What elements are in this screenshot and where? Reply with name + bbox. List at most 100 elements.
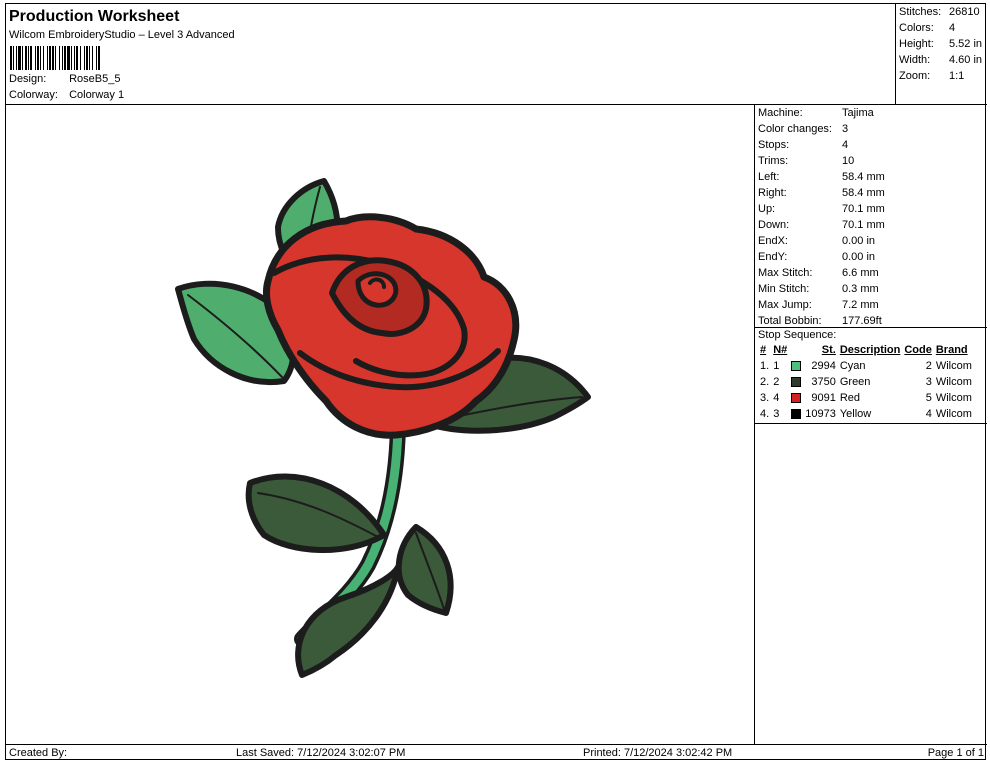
detail-label: Down: bbox=[758, 219, 790, 231]
detail-down: Down: 70.1 mm bbox=[758, 219, 885, 231]
detail-machine: Machine: Tajima bbox=[758, 107, 874, 119]
summary-stitches: Stitches: 26810 bbox=[899, 6, 980, 18]
divider bbox=[755, 423, 987, 424]
thread-brand: Wilcom bbox=[935, 376, 972, 388]
detail-label: Left: bbox=[758, 171, 780, 183]
worksheet-footer: Created By: Last Saved: 7/12/2024 3:02:0… bbox=[6, 744, 987, 761]
lower-right-leaf bbox=[395, 524, 454, 616]
col-stop: # bbox=[760, 344, 767, 356]
detail-value: 10 bbox=[842, 155, 855, 167]
detail-trims: Trims: 10 bbox=[758, 155, 854, 167]
table-row: 3. 4 9091 Red 5 Wilcom bbox=[758, 390, 974, 406]
stop-sequence-table: # N# St. Description Code Brand 1. 1 2994 C… bbox=[758, 342, 974, 422]
colorway-value: Colorway 1 bbox=[69, 89, 125, 101]
col-brand: Brand bbox=[935, 344, 968, 356]
detail-label: Color changes: bbox=[758, 123, 832, 135]
summary-value: 5.52 in bbox=[949, 38, 983, 50]
divider bbox=[755, 327, 987, 328]
detail-value: 7.2 mm bbox=[842, 299, 879, 311]
color-code: 5 bbox=[925, 392, 932, 404]
summary-height: Height: 5.52 in bbox=[899, 38, 982, 50]
detail-value: 6.6 mm bbox=[842, 267, 879, 279]
thread-brand: Wilcom bbox=[935, 408, 972, 420]
detail-total-bobbin: Total Bobbin: 177.69ft bbox=[758, 315, 882, 327]
summary-label: Height: bbox=[899, 38, 934, 50]
detail-stops: Stops: 4 bbox=[758, 139, 848, 151]
detail-label: Total Bobbin: bbox=[758, 315, 822, 327]
swatch-icon bbox=[791, 377, 802, 388]
color-swatch bbox=[789, 406, 803, 422]
detail-right: Right: 58.4 mm bbox=[758, 187, 885, 199]
rose-design bbox=[175, 178, 591, 678]
detail-max-jump: Max Jump: 7.2 mm bbox=[758, 299, 879, 311]
swatch-icon bbox=[791, 409, 802, 420]
swatch-icon bbox=[791, 361, 802, 372]
detail-label: Trims: bbox=[758, 155, 789, 167]
stop-sequence-title: Stop Sequence: bbox=[758, 329, 837, 341]
detail-value: 70.1 mm bbox=[842, 219, 885, 231]
summary-label: Zoom: bbox=[899, 70, 931, 82]
barcode bbox=[10, 46, 138, 70]
thread-brand: Wilcom bbox=[935, 392, 972, 404]
last-saved: Last Saved: 7/12/2024 3:02:07 PM bbox=[236, 747, 406, 759]
color-swatch bbox=[789, 374, 803, 390]
rose-embroidery-image bbox=[175, 178, 591, 678]
detail-label: Max Stitch: bbox=[758, 267, 813, 279]
stitch-count: 9091 bbox=[811, 392, 836, 404]
detail-min-stitch: Min Stitch: 0.3 mm bbox=[758, 283, 879, 295]
worksheet-header: Production Worksheet Wilcom EmbroiderySt… bbox=[6, 4, 987, 105]
swatch-icon bbox=[791, 393, 802, 404]
detail-label: EndY: bbox=[758, 251, 788, 263]
detail-value: 3 bbox=[842, 123, 849, 135]
stitch-count: 2994 bbox=[811, 360, 836, 372]
detail-value: 0.00 in bbox=[842, 251, 876, 263]
table-row: 1. 1 2994 Cyan 2 Wilcom bbox=[758, 358, 974, 374]
printed-date: Printed: 7/12/2024 3:02:42 PM bbox=[583, 747, 733, 759]
detail-left: Left: 58.4 mm bbox=[758, 171, 885, 183]
design-label: Design: bbox=[9, 73, 47, 85]
detail-label: Up: bbox=[758, 203, 776, 215]
created-by: Created By: bbox=[9, 747, 68, 759]
detail-label: Min Stitch: bbox=[758, 283, 810, 295]
detail-value: 177.69ft bbox=[842, 315, 882, 327]
detail-value: 0.00 in bbox=[842, 235, 876, 247]
color-code: 3 bbox=[925, 376, 932, 388]
detail-label: Machine: bbox=[758, 107, 803, 119]
color-code: 2 bbox=[925, 360, 932, 372]
needle-number: 4 bbox=[773, 392, 780, 404]
detail-label: Stops: bbox=[758, 139, 790, 151]
detail-value: Tajima bbox=[842, 107, 874, 119]
page-number: Page 1 of 1 bbox=[927, 747, 984, 759]
color-swatch bbox=[789, 358, 803, 374]
col-stitches: St. bbox=[821, 344, 836, 356]
detail-color-changes: Color changes: 3 bbox=[758, 123, 848, 135]
design-row: Design: RoseB5_5 bbox=[9, 73, 120, 85]
stop-number: 4. bbox=[760, 408, 770, 420]
color-description: Yellow bbox=[839, 408, 872, 420]
page-title: Production Worksheet bbox=[9, 8, 180, 25]
summary-width: Width: 4.60 in bbox=[899, 54, 982, 66]
summary-value: 1:1 bbox=[949, 70, 965, 82]
detail-max-stitch: Max Stitch: 6.6 mm bbox=[758, 267, 879, 279]
detail-label: Right: bbox=[758, 187, 787, 199]
detail-label: Max Jump: bbox=[758, 299, 812, 311]
col-swatch bbox=[789, 342, 803, 358]
needle-number: 2 bbox=[773, 376, 780, 388]
stop-number: 2. bbox=[760, 376, 770, 388]
table-row: 4. 3 10973 Yellow 4 Wilcom bbox=[758, 406, 974, 422]
detail-value: 58.4 mm bbox=[842, 171, 885, 183]
design-value: RoseB5_5 bbox=[69, 73, 121, 85]
stop-number: 1. bbox=[760, 360, 770, 372]
needle-number: 1 bbox=[773, 360, 780, 372]
col-needle: N# bbox=[773, 344, 788, 356]
summary-value: 4.60 in bbox=[949, 54, 983, 66]
barcode-bar bbox=[100, 46, 101, 70]
summary-value: 4 bbox=[949, 22, 956, 34]
needle-number: 3 bbox=[773, 408, 780, 420]
summary-label: Stitches: bbox=[899, 6, 942, 18]
detail-value: 58.4 mm bbox=[842, 187, 885, 199]
color-description: Cyan bbox=[839, 360, 866, 372]
detail-value: 0.3 mm bbox=[842, 283, 879, 295]
summary-label: Width: bbox=[899, 54, 931, 66]
col-code: Code bbox=[904, 344, 932, 356]
